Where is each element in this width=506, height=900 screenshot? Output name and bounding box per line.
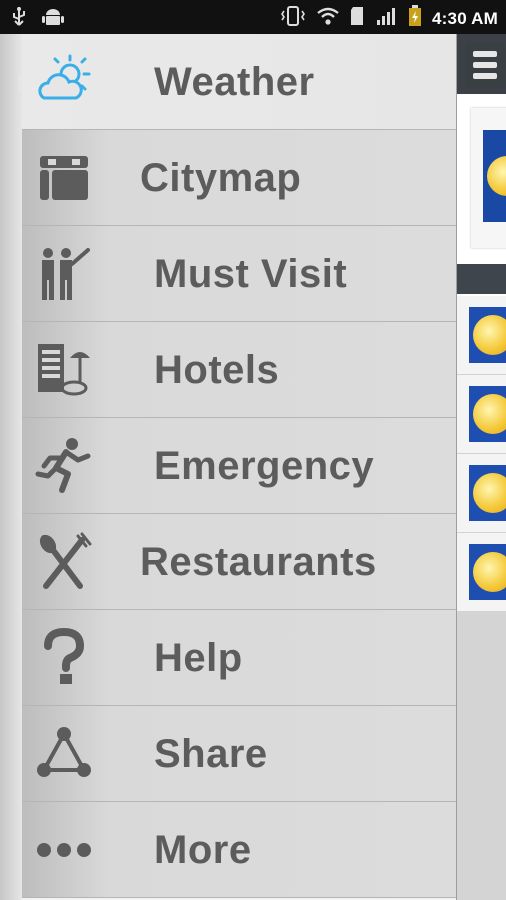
hotel-icon — [34, 340, 94, 400]
drawer-item-label: Hotels — [154, 348, 280, 392]
sd-card-icon — [350, 6, 366, 31]
more-icon — [34, 820, 94, 880]
sun-icon — [469, 465, 506, 521]
drawer-item-emergency[interactable]: Emergency — [22, 418, 456, 516]
drawer-item-label: Emergency — [154, 444, 375, 488]
drawer-item-weather[interactable]: Weather — [22, 34, 456, 132]
drawer-item-citymap[interactable]: Citymap — [22, 130, 456, 228]
drawer-item-restaurants[interactable]: Restaurants — [22, 514, 456, 612]
drawer-item-label: Help — [154, 636, 243, 680]
drawer-item-label: Citymap — [140, 156, 302, 200]
emergency-icon — [34, 436, 94, 496]
drawer-item-share[interactable]: Share — [22, 706, 456, 804]
must-visit-icon — [34, 244, 94, 304]
status-bar: 4:30 AM — [0, 0, 506, 34]
forecast-row[interactable] — [457, 454, 506, 533]
forecast-row[interactable] — [457, 533, 506, 612]
status-time: 4:30 AM — [432, 8, 498, 28]
share-icon — [34, 724, 94, 784]
android-icon — [42, 6, 64, 33]
main-content-peek — [456, 34, 506, 900]
drawer-item-label: More — [154, 828, 252, 872]
sun-icon — [469, 544, 506, 600]
menu-icon[interactable] — [465, 42, 505, 88]
citymap-icon — [34, 148, 94, 208]
drawer-item-label: Restaurants — [140, 540, 377, 584]
drawer-item-label: Share — [154, 732, 268, 776]
drawer-item-more[interactable]: More — [22, 802, 456, 900]
drawer-item-hotels[interactable]: Hotels — [22, 322, 456, 420]
drawer-item-must-visit[interactable]: Must Visit — [22, 226, 456, 324]
empty-area — [457, 612, 506, 900]
restaurants-icon — [34, 532, 94, 592]
drawer-item-help[interactable]: Help — [22, 610, 456, 708]
forecast-row[interactable] — [457, 375, 506, 454]
help-icon — [34, 627, 94, 688]
drawer-item-label: Must Visit — [154, 252, 348, 296]
navigation-drawer: Weather Citymap Must Visit Hotels Emerge… — [22, 34, 456, 900]
weather-icon — [34, 52, 94, 112]
drawer-edge-rail — [0, 34, 23, 900]
drawer-item-label: Weather — [154, 60, 315, 104]
usb-icon — [10, 6, 28, 33]
battery-charging-icon — [408, 5, 422, 32]
wifi-icon — [316, 6, 340, 31]
forecast-row[interactable] — [457, 296, 506, 375]
sun-icon — [469, 307, 506, 363]
current-weather-card[interactable] — [471, 108, 506, 248]
sun-icon — [483, 130, 506, 222]
vibrate-icon — [280, 5, 306, 32]
forecast-section-header — [457, 264, 506, 294]
signal-icon — [376, 6, 398, 31]
sun-icon — [469, 386, 506, 442]
